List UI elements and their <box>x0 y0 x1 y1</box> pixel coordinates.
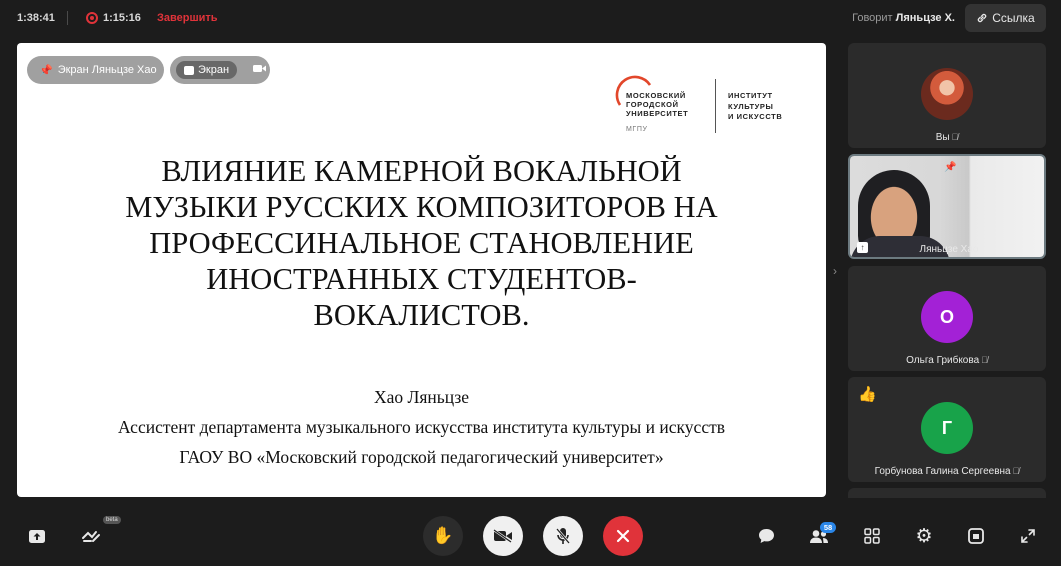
camera-toggle-button[interactable] <box>483 516 523 556</box>
settings-button[interactable]: ⚙ <box>910 522 938 550</box>
participant-name: Вы 🎙̸ <box>848 132 1046 143</box>
title-line: ИНОСТРАННЫХ СТУДЕНТОВ- <box>206 262 637 296</box>
chevron-right-icon[interactable]: › <box>833 264 837 278</box>
whiteboard-button[interactable] <box>77 522 105 550</box>
reaction-thumbs-up-icon: 👍 <box>858 386 877 403</box>
participant-tile[interactable]: 👍 Г Горбунова Галина Сергеевна 🎙̸ <box>848 377 1046 482</box>
screen-tab[interactable]: Экран <box>176 61 238 79</box>
share-screen-icon <box>29 529 45 543</box>
speaking-name: Ляньцзе Х. <box>895 12 955 24</box>
pin-icon: 📌 <box>944 162 957 173</box>
chat-icon <box>758 529 774 543</box>
close-icon <box>616 529 630 543</box>
logo-institute-name: ИНСТИТУТ КУЛЬТУРЫ И ИСКУССТВ <box>728 91 782 123</box>
logo-abbr: МГПУ <box>626 126 648 133</box>
participant-name-text: Вы <box>935 132 950 143</box>
participant-name-text: Ольга Грибкова <box>906 355 980 366</box>
logo-inst-line-1: ИНСТИТУТ <box>728 91 773 100</box>
layout-grid-button[interactable] <box>858 522 886 550</box>
title-line: МУЗЫКИ РУССКИХ КОМПОЗИТОРОВ НА <box>125 190 718 224</box>
camera-icon[interactable] <box>253 64 267 76</box>
participant-tile-speaker[interactable]: 📌 ↑ Ляньцзе Хао <box>848 154 1046 259</box>
logo-inst-line-2: КУЛЬТУРЫ <box>728 101 774 111</box>
slide-author: Хао Ляньцзе <box>373 387 470 407</box>
slide-affiliation-1: Ассистент департамента музыкального иску… <box>117 417 725 437</box>
expand-icon <box>1021 529 1035 543</box>
title-line: ВОКАЛИСТОВ. <box>313 298 530 332</box>
mic-off-icon: 🎙̸ <box>981 355 988 365</box>
speaking-prefix: Говорит <box>852 12 893 24</box>
participants-count-badge: 58 <box>820 522 836 533</box>
logo-line-3: УНИВЕРСИТЕТ <box>626 109 689 118</box>
camera-off-icon <box>493 529 512 543</box>
logo-university-name: МОСКОВСКИЙ ГОРОДСКОЙ УНИВЕРСИТЕТ <box>626 91 688 118</box>
pip-icon <box>968 528 984 544</box>
chat-button[interactable] <box>752 522 780 550</box>
leave-call-button[interactable] <box>603 516 643 556</box>
recording-time: 1:15:16 <box>103 12 141 24</box>
logo-inst-line-3: И ИСКУССТВ <box>728 112 783 121</box>
raise-hand-button[interactable]: ✋ <box>423 516 463 556</box>
participant-tile-self[interactable]: Вы 🎙̸ <box>848 43 1046 148</box>
screen-owner-chip[interactable]: 📌 Экран Ляньцзе Хао <box>27 56 164 84</box>
beta-badge: beta <box>103 516 121 524</box>
active-speaker: Говорит Ляньцзе Х. <box>852 12 955 24</box>
fullscreen-button[interactable] <box>1014 522 1042 550</box>
screen-share-icon <box>184 65 194 75</box>
whiteboard-icon <box>82 530 100 542</box>
microphone-toggle-button[interactable] <box>543 516 583 556</box>
participant-name-text: Горбунова Галина Сергеевна <box>874 466 1011 477</box>
slide-title: ВЛИЯНИЕ КАМЕРНОЙ ВОКАЛЬНОЙ МУЗЫКИ РУССКИ… <box>37 153 806 333</box>
screen-toggle-chip[interactable]: Экран <box>170 56 270 84</box>
participant-tile[interactable]: О Ольга Грибкова 🎙̸ <box>848 266 1046 371</box>
copy-link-button[interactable]: Ссылка <box>965 4 1046 32</box>
grid-icon <box>864 528 880 544</box>
mic-off-icon: 🎙̸ <box>1012 466 1020 476</box>
top-bar: 1:38:41 1:15:16 Завершить Говорит Ляньцз… <box>0 0 1061 38</box>
participant-name: Ольга Грибкова 🎙̸ <box>848 355 1046 366</box>
picture-in-picture-button[interactable] <box>962 522 990 550</box>
avatar: Г <box>921 402 973 454</box>
participant-name: Горбунова Галина Сергеевна 🎙̸ <box>848 466 1046 477</box>
mic-off-icon: 🎙̸ <box>951 132 959 142</box>
link-icon <box>977 13 987 23</box>
participant-name: Ляньцзе Хао <box>919 244 979 255</box>
screen-owner-label: Экран Ляньцзе Хао <box>57 64 157 76</box>
logo-line-2: ГОРОДСКОЙ <box>626 100 679 109</box>
pin-icon: 📌 <box>39 64 53 77</box>
title-line: ПРОФЕССИНАЛЬНОЕ СТАНОВЛЕНИЕ <box>149 226 694 260</box>
title-line: ВЛИЯНИЕ КАМЕРНОЙ ВОКАЛЬНОЙ <box>161 154 682 188</box>
gear-icon: ⚙ <box>915 525 933 547</box>
logo-divider <box>715 79 716 133</box>
hand-icon: ✋ <box>432 526 454 545</box>
shared-screen: 📌 Экран Ляньцзе Хао Экран МОСКОВСКИЙ ГОР… <box>17 43 826 497</box>
participant-tile-partial[interactable] <box>848 488 1046 498</box>
university-logo: МОСКОВСКИЙ ГОРОДСКОЙ УНИВЕРСИТЕТ МГПУ ИН… <box>614 71 794 133</box>
stop-recording-button[interactable]: Завершить <box>157 12 218 24</box>
clock: 1:38:41 <box>17 12 55 24</box>
record-icon <box>86 12 98 24</box>
share-screen-button[interactable] <box>23 522 51 550</box>
mic-off-icon <box>556 528 570 544</box>
divider <box>67 11 68 25</box>
avatar <box>921 68 973 120</box>
slide-affiliation-2: ГАОУ ВО «Московский городской педагогиче… <box>179 447 664 467</box>
logo-line-1: МОСКОВСКИЙ <box>626 91 686 100</box>
avatar: О <box>921 291 973 343</box>
screen-tab-label: Экран <box>198 64 230 76</box>
copy-link-label: Ссылка <box>992 11 1035 25</box>
